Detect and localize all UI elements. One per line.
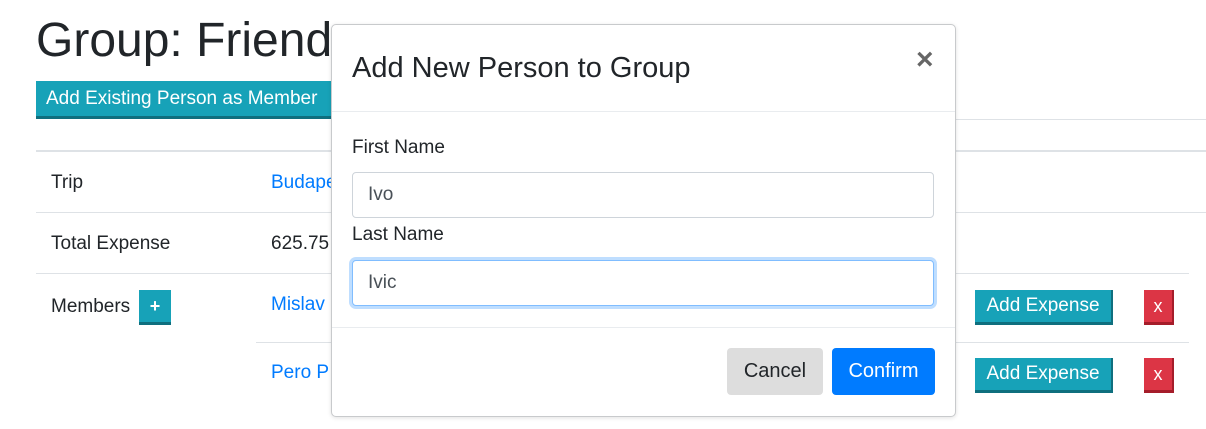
first-name-label: First Name (352, 137, 445, 158)
add-expense-button[interactable]: Add Expense (975, 290, 1113, 325)
close-icon[interactable]: × (916, 45, 934, 75)
trip-label: Trip (51, 172, 84, 193)
last-name-field[interactable] (352, 260, 934, 306)
member-link-mislav[interactable]: Mislav (271, 293, 325, 317)
cancel-button[interactable]: Cancel (727, 348, 823, 395)
remove-member-button[interactable]: x (1144, 290, 1174, 325)
total-expense-value: 625.75 (271, 233, 330, 254)
member-link-pero[interactable]: Pero P (271, 361, 329, 385)
modal-header-divider (332, 111, 955, 112)
remove-member-button[interactable]: x (1144, 358, 1174, 393)
page-title: Group: Friends (36, 14, 357, 67)
confirm-button[interactable]: Confirm (832, 348, 935, 395)
add-existing-member-button[interactable]: Add Existing Person as Member (36, 81, 336, 119)
members-label: Members (51, 296, 131, 317)
add-expense-button[interactable]: Add Expense (975, 358, 1113, 393)
modal-footer-divider (332, 327, 955, 328)
modal-title: Add New Person to Group (352, 52, 691, 84)
add-person-modal: Add New Person to Group × First Name Las… (331, 24, 956, 417)
last-name-label: Last Name (352, 224, 444, 245)
total-expense-label: Total Expense (51, 233, 171, 254)
add-member-button[interactable]: + (139, 290, 171, 325)
first-name-field[interactable] (352, 172, 934, 218)
